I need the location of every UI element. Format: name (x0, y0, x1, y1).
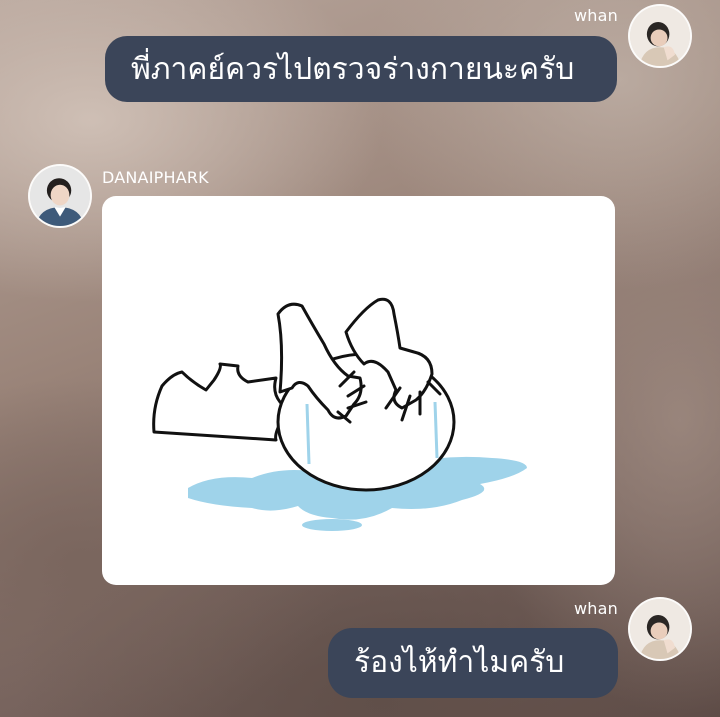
crying-character-sticker-icon (152, 297, 527, 531)
chat-thread: whan พี่ภาคย์ควรไปตรวจร่างกายนะครับ DANA… (0, 0, 720, 717)
message-bubble[interactable]: ร้องไห้ทำไมครับ (328, 628, 618, 698)
avatar-danaiphark-icon (30, 166, 90, 226)
sender-name: DANAIPHARK (102, 168, 209, 187)
sender-name: whan (574, 6, 618, 25)
message-text: พี่ภาคย์ควรไปตรวจร่างกายนะครับ (131, 52, 575, 87)
avatar[interactable] (628, 4, 692, 68)
avatar-whan-icon (630, 599, 690, 659)
avatar-whan-icon (630, 6, 690, 66)
sender-name: whan (574, 599, 618, 618)
message-text: ร้องไห้ทำไมครับ (354, 645, 565, 680)
sticker-message[interactable] (102, 196, 615, 585)
message-bubble[interactable]: พี่ภาคย์ควรไปตรวจร่างกายนะครับ (105, 36, 617, 102)
avatar[interactable] (628, 597, 692, 661)
avatar[interactable] (28, 164, 92, 228)
